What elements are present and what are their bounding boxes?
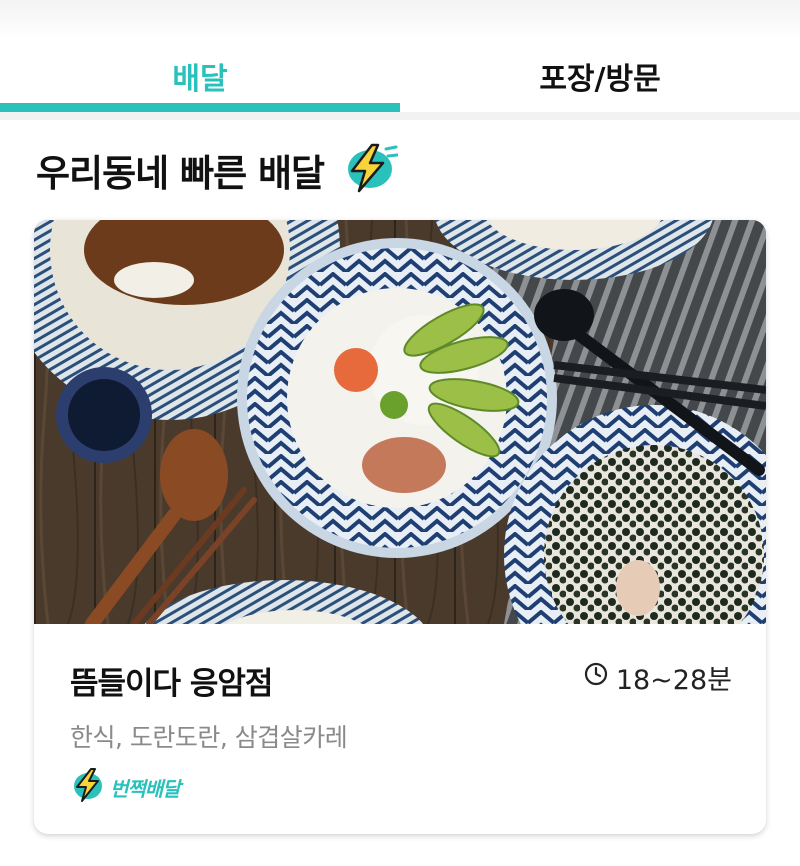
- delivery-time-value: 18~28분: [615, 665, 732, 696]
- active-tab-indicator: [0, 103, 400, 112]
- tab-pickup-visit[interactable]: 포장/방문: [400, 40, 800, 112]
- tab-delivery-label: 배달: [172, 62, 228, 97]
- food-photo: [34, 220, 766, 624]
- store-categories: 한식, 도란도란, 삼겹살카레: [70, 723, 348, 752]
- badge-label: 번쩍배달: [110, 776, 181, 801]
- status-bar-fade: [0, 0, 800, 40]
- delivery-time: 18~28분: [584, 658, 732, 697]
- section-title: 우리동네 빠른 배달: [36, 152, 325, 195]
- tab-delivery[interactable]: 배달: [0, 40, 400, 112]
- tab-divider: [0, 112, 800, 120]
- tab-pickup-label: 포장/방문: [539, 62, 661, 97]
- lightning-bolt-icon: [70, 768, 106, 806]
- tab-bar: 배달 포장/방문: [0, 40, 800, 120]
- store-card[interactable]: 뜸들이다 응암점 18~28분 한식, 도란도란, 삼겹살카레 번쩍배달: [34, 220, 766, 834]
- clock-icon: [584, 662, 608, 693]
- store-name: 뜸들이다 응암점: [70, 666, 273, 702]
- lightning-delivery-badge: 번쩍배달: [70, 768, 181, 806]
- section-header: 우리동네 빠른 배달: [36, 140, 399, 200]
- lightning-bolt-icon: [338, 143, 399, 197]
